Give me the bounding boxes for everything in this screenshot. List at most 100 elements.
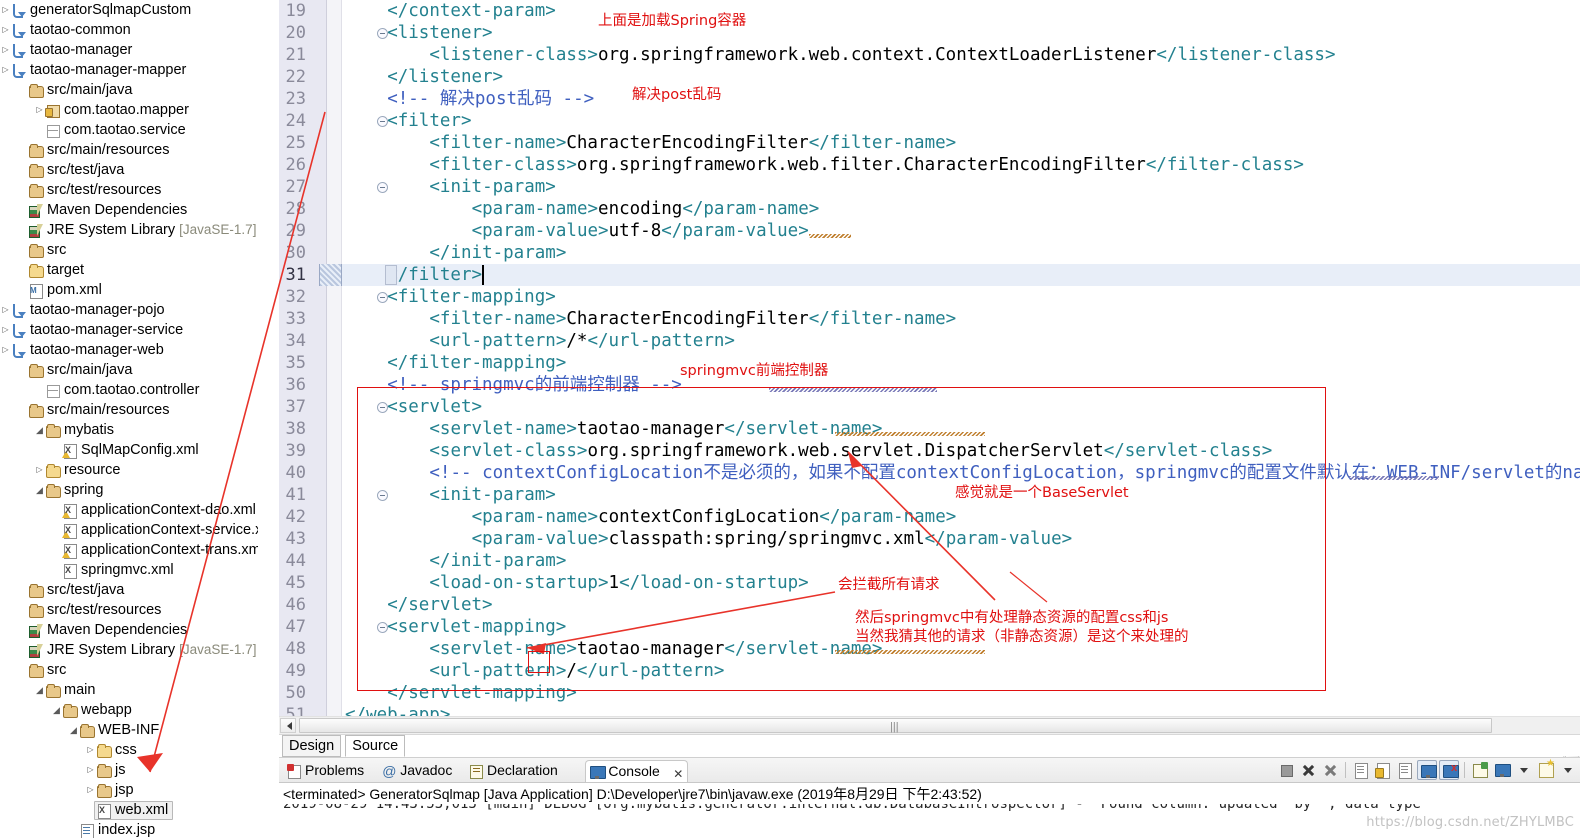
- code-line[interactable]: </web-app>: [345, 704, 450, 716]
- tree-item-applicationcontext-trans-xml[interactable]: applicationContext-trans.xml: [51, 540, 258, 560]
- tree-item-src-test-resources[interactable]: src/test/resources: [17, 180, 161, 200]
- code-line[interactable]: <init-param>: [429, 176, 555, 198]
- tree-item-content[interactable]: main: [45, 682, 95, 699]
- code-line[interactable]: <url-pattern>/*</url-pattern>: [429, 330, 735, 352]
- tree-item-content[interactable]: taotao-manager: [11, 42, 132, 58]
- tree-item-content[interactable]: src/main/resources: [28, 142, 169, 158]
- tree-item-content[interactable]: src/main/java: [28, 82, 132, 98]
- tree-expand-arrow-icon[interactable]: [68, 720, 79, 741]
- tree-item-content[interactable]: taotao-manager-mapper: [11, 62, 186, 78]
- open-console-icon[interactable]: [1536, 758, 1556, 780]
- remove-all-terminated-icon[interactable]: [1320, 760, 1340, 780]
- tree-item-content[interactable]: mybatis: [45, 422, 114, 439]
- tree-item-spring[interactable]: spring: [34, 480, 104, 500]
- tree-item-content[interactable]: index.jsp: [79, 822, 155, 838]
- tree-item-content[interactable]: taotao-manager-service: [11, 322, 183, 338]
- editor-tab-design[interactable]: Design: [282, 735, 342, 757]
- tree-item-jre-system-library[interactable]: JRE System Library [JavaSE-1.7]: [17, 220, 256, 240]
- code-line[interactable]: </filter-mapping>: [387, 352, 566, 374]
- tree-item-applicationcontext-dao-xml[interactable]: applicationContext-dao.xml: [51, 500, 256, 520]
- show-console-on-output-icon[interactable]: [1417, 760, 1437, 780]
- view-tab-problems[interactable]: Problems: [283, 760, 376, 782]
- code-line[interactable]: <filter-name>CharacterEncodingFilter</fi…: [429, 308, 956, 330]
- tree-item-content[interactable]: resource: [45, 462, 120, 478]
- display-selected-console-icon[interactable]: [1492, 760, 1512, 780]
- code-line[interactable]: <param-value>utf-8</param-value>: [472, 220, 809, 242]
- tree-item-maven-dependencies[interactable]: Maven Dependencies: [17, 620, 187, 640]
- tree-item-content[interactable]: src: [28, 662, 66, 678]
- tree-item-com-taotao-service[interactable]: com.taotao.service: [34, 120, 186, 140]
- tree-item-resource[interactable]: resource: [34, 460, 120, 480]
- tree-expand-arrow-icon[interactable]: [85, 760, 96, 780]
- scroll-left-button[interactable]: [280, 718, 296, 733]
- tree-item-applicationcontext-service-xml[interactable]: applicationContext-service.xml: [51, 520, 258, 540]
- code-line[interactable]: </context-param>: [387, 0, 556, 22]
- tree-item-selected[interactable]: web.xml: [94, 800, 174, 820]
- open-console-chevron-down-icon[interactable]: [1558, 760, 1578, 780]
- tree-item-content[interactable]: pom.xml: [28, 282, 102, 299]
- tree-expand-arrow-icon[interactable]: [0, 20, 11, 40]
- word-wrap-icon[interactable]: [1395, 760, 1415, 780]
- tree-item-content[interactable]: taotao-manager-pojo: [11, 302, 165, 318]
- tree-item-css[interactable]: css: [85, 740, 137, 760]
- tree-expand-arrow-icon[interactable]: [85, 740, 96, 760]
- tree-item-content[interactable]: WEB-INF: [79, 722, 159, 739]
- tree-expand-arrow-icon[interactable]: [34, 480, 45, 501]
- tree-item-content[interactable]: applicationContext-service.xml: [62, 522, 258, 539]
- tree-item-content[interactable]: springmvc.xml: [62, 562, 174, 579]
- annotation-gutter[interactable]: [327, 0, 388, 716]
- code-line[interactable]: </listener>: [387, 66, 503, 88]
- tree-item-content[interactable]: js: [96, 762, 125, 778]
- tree-item-maven-dependencies[interactable]: Maven Dependencies: [17, 200, 187, 220]
- code-line[interactable]: <filter-class>org.springframework.web.fi…: [429, 154, 1304, 176]
- tree-item-springmvc-xml[interactable]: springmvc.xml: [51, 560, 174, 580]
- tree-item-content[interactable]: com.taotao.controller: [45, 382, 199, 398]
- tree-item-content[interactable]: jsp: [96, 782, 134, 798]
- tree-expand-arrow-icon[interactable]: [0, 60, 11, 80]
- tree-item-mybatis[interactable]: mybatis: [34, 420, 114, 440]
- display-console-chevron-down-icon[interactable]: [1514, 760, 1534, 780]
- tree-item-webapp[interactable]: webapp: [51, 700, 132, 720]
- view-tab-console[interactable]: Console ✕: [585, 760, 689, 782]
- tree-item-content[interactable]: com.taotao.service: [45, 122, 186, 138]
- view-tab-javadoc[interactable]: Javadoc: [378, 760, 463, 782]
- code-line[interactable]: <!-- 解决post乱码 -->: [387, 88, 594, 110]
- show-console-on-error-icon[interactable]: [1439, 760, 1459, 780]
- tree-item-content[interactable]: applicationContext-trans.xml: [62, 542, 258, 559]
- tree-item-src[interactable]: src: [17, 240, 66, 260]
- tree-expand-arrow-icon[interactable]: [0, 320, 11, 340]
- code-line[interactable]: <listener>: [387, 22, 492, 44]
- tree-expand-arrow-icon[interactable]: [34, 100, 45, 120]
- tree-item-content[interactable]: src: [28, 242, 66, 258]
- tree-expand-arrow-icon[interactable]: [34, 460, 45, 480]
- tree-item-content[interactable]: SqlMapConfig.xml: [62, 442, 199, 459]
- code-line[interactable]: </filter>: [387, 264, 482, 286]
- clear-console-icon[interactable]: [1351, 760, 1371, 780]
- remove-launch-icon[interactable]: [1298, 760, 1318, 780]
- tree-item-content[interactable]: Maven Dependencies: [28, 622, 187, 638]
- fold-collapse-icon[interactable]: [377, 182, 388, 193]
- editor-page-tabs[interactable]: Design Source: [279, 734, 1580, 757]
- tree-item-sqlmapconfig-xml[interactable]: SqlMapConfig.xml: [51, 440, 199, 460]
- tree-item-content[interactable]: JRE System Library [JavaSE-1.7]: [28, 222, 256, 238]
- console-toolbar[interactable]: [1276, 758, 1578, 781]
- tree-item-src-main-java[interactable]: src/main/java: [17, 360, 132, 380]
- hscrollbar-thumb[interactable]: |||: [299, 718, 1492, 733]
- tree-item-content[interactable]: spring: [45, 482, 104, 499]
- tree-item-content[interactable]: src/test/resources: [28, 602, 161, 618]
- tree-item-main[interactable]: main: [34, 680, 95, 700]
- tree-item-content[interactable]: src/main/resources: [28, 402, 169, 418]
- terminate-icon[interactable]: [1276, 760, 1296, 780]
- tree-item-src-test-resources[interactable]: src/test/resources: [17, 600, 161, 620]
- pin-console-icon[interactable]: [1470, 760, 1490, 780]
- tree-item-taotao-common[interactable]: taotao-common: [0, 20, 131, 40]
- tree-item-content[interactable]: webapp: [62, 702, 132, 719]
- tree-item-content[interactable]: Maven Dependencies: [28, 202, 187, 218]
- tree-item-content[interactable]: com.taotao.mapper: [45, 102, 189, 118]
- tree-expand-arrow-icon[interactable]: [51, 700, 62, 721]
- tree-expand-arrow-icon[interactable]: [85, 780, 96, 800]
- tree-item-index-jsp[interactable]: index.jsp: [68, 820, 155, 838]
- code-line[interactable]: <param-name>encoding</param-name>: [472, 198, 820, 220]
- tree-item-content[interactable]: target: [28, 262, 84, 278]
- tree-expand-arrow-icon[interactable]: [0, 0, 11, 20]
